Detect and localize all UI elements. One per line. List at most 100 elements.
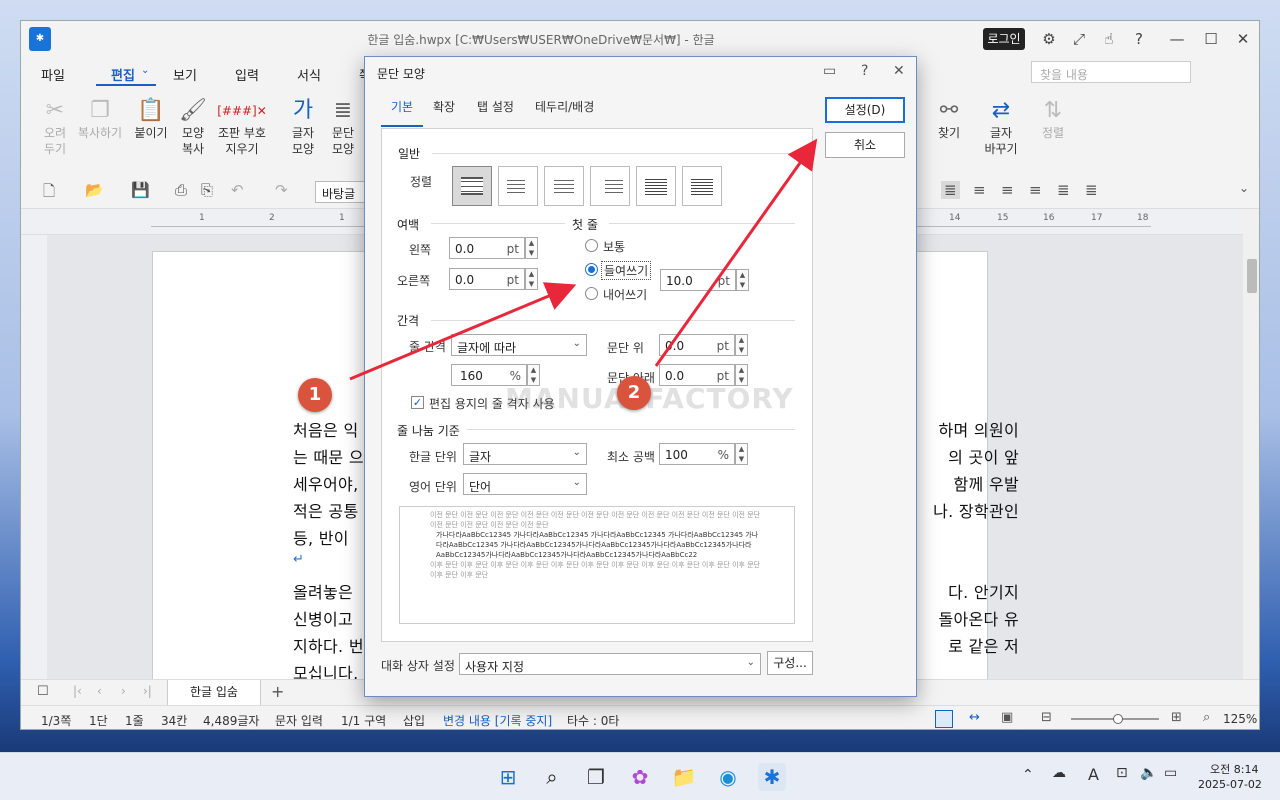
copy-button[interactable]: ❐ 복사하기 [76,97,124,141]
radio-normal[interactable] [585,239,598,252]
para-above-spinner[interactable]: ▲ ▼ [735,334,748,356]
align-right-button[interactable] [590,166,630,206]
status-track[interactable]: 변경 내용 [기록 중지] [443,712,552,729]
align-divide-button[interactable] [682,166,722,206]
left-margin-spinner[interactable]: ▲ ▼ [525,237,538,259]
redo-icon[interactable]: ↷ [275,181,288,199]
help-icon[interactable]: ? [1129,29,1149,49]
align-center-icon[interactable]: ≡ [1001,181,1014,199]
fit-width-icon[interactable]: ↔ [969,710,980,725]
para-above-input[interactable]: 0.0 pt [659,334,735,356]
english-unit-select[interactable]: 단어 ⌄ [463,473,587,495]
clock-date[interactable]: 2025-07-02 [1198,778,1262,791]
zoom-slider[interactable] [1071,714,1159,724]
paste-button[interactable]: 📋 붙이기 [127,97,175,141]
format-copy-button[interactable]: 🖌 모양 복사 [169,97,217,157]
task-view-icon[interactable]: ❐ [582,763,610,791]
align-justify-icon[interactable]: ≣ [941,181,960,199]
align-distribute-button[interactable] [636,166,676,206]
tab-border[interactable]: 테두리/배경 [535,98,594,115]
expand-icon[interactable]: ⤢ [1069,29,1089,49]
minimize-icon[interactable]: — [1167,29,1187,49]
undo-icon[interactable]: ↶ [231,181,244,199]
zoom-in-icon[interactable]: ⊞ [1171,710,1182,725]
help-icon[interactable]: ? [861,63,868,79]
open-folder-icon[interactable]: 📂 [85,181,104,199]
menu-file[interactable]: 파일 [41,65,65,84]
file-explorer-icon[interactable]: 📁 [670,763,698,791]
find-input[interactable]: 찾을 내용 [1031,61,1191,83]
sort-button[interactable]: ⇅ 정렬 [1029,97,1077,141]
zoom-out-icon[interactable]: ⊟ [1041,710,1052,725]
indent-input[interactable]: 10.0 pt [660,269,736,291]
maximize-icon[interactable]: ☐ [1201,29,1221,49]
min-space-input[interactable]: 100% [659,443,735,465]
clear-marks-button[interactable]: [###]✕ 조판 부호 지우기 [217,97,267,157]
preview-icon[interactable]: ⎘ [201,181,213,199]
indent-spinner[interactable]: ▲ ▼ [736,269,749,291]
status-page[interactable]: 1/3쪽 [41,712,71,729]
replace-button[interactable]: ⇄ 글자 바꾸기 [977,97,1025,157]
grid-checkbox[interactable]: ✓ [411,396,424,409]
compose-button[interactable]: 구성... [767,651,813,675]
align-right-icon[interactable]: ≡ [1029,181,1042,199]
radio-indent[interactable] [585,263,598,276]
touch-icon[interactable]: ☝ [1099,29,1119,49]
align-divide-icon[interactable]: ≣ [1085,181,1098,199]
tab-tabs[interactable]: 탭 설정 [477,98,514,115]
dialog-setting-select[interactable]: 사용자 지정 ⌄ [459,653,761,675]
close-icon[interactable]: ✕ [1233,29,1253,49]
ime-indicator[interactable]: A [1088,765,1099,784]
clock-time[interactable]: 오전 8:14 [1210,761,1258,777]
toolbar-collapse-icon[interactable]: ⌄ [1239,181,1249,195]
radio-outdent[interactable] [585,287,598,300]
comment-icon[interactable]: ▭ [823,63,836,79]
tab-list-icon[interactable]: ☐ [37,684,49,699]
search-icon[interactable]: ⌕ [1203,710,1210,725]
menu-edit[interactable]: 편집 [111,65,135,84]
cloud-icon[interactable]: ☁ [1052,765,1066,781]
align-left-button[interactable] [498,166,538,206]
hwp-taskbar-icon[interactable]: ✱ [758,763,786,791]
menu-format[interactable]: 서식 [297,65,321,84]
align-center-button[interactable] [544,166,584,206]
close-icon[interactable]: ✕ [893,63,905,79]
prev-tab-icon[interactable]: ‹ [97,684,102,698]
right-margin-input[interactable]: 0.0 pt [449,268,525,290]
next-tab-icon[interactable]: › [121,684,126,698]
copilot-icon[interactable]: ✿ [626,763,654,791]
style-select[interactable]: 바탕글 [315,181,365,203]
right-margin-spinner[interactable]: ▲ ▼ [525,268,538,290]
login-button[interactable]: 로그인 [983,28,1025,50]
normal-view-icon[interactable] [935,710,953,728]
fit-page-icon[interactable]: ▣ [1001,710,1013,725]
para-shape-button[interactable]: ≣ 문단 모양 [321,97,365,157]
hangul-unit-select[interactable]: 글자 ⌄ [463,443,587,465]
print-icon[interactable]: ⎙ [175,181,187,199]
cancel-button[interactable]: 취소 [825,132,905,158]
first-tab-icon[interactable]: |‹ [73,684,82,698]
zoom-slider-thumb[interactable] [1113,714,1123,724]
volume-icon[interactable]: 🔈 [1140,765,1157,781]
new-doc-icon[interactable]: 🗋 [43,181,55,206]
cut-button[interactable]: ✂ 오려 두기 [31,97,79,157]
align-distribute-icon[interactable]: ≣ [1057,181,1070,199]
ok-button[interactable]: 설정(D) [825,97,905,123]
save-icon[interactable]: 💾 [131,181,150,199]
tab-basic[interactable]: 기본 [391,98,413,115]
char-shape-button[interactable]: 가 글자 모양 [281,97,325,157]
menu-insert[interactable]: 입력 [235,65,259,84]
align-justify-button[interactable] [452,166,492,206]
find-button[interactable]: ⚯ 찾기 [925,97,973,141]
edge-icon[interactable]: ◉ [714,763,742,791]
menu-view[interactable]: 보기 [173,65,197,84]
align-left-icon[interactable]: ≡ [973,181,986,199]
scroll-thumb[interactable] [1247,259,1257,293]
min-space-spinner[interactable]: ▲ ▼ [735,443,748,465]
doc-tab[interactable]: 한글 입숨 [167,680,261,706]
left-margin-input[interactable]: 0.0 pt [449,237,525,259]
last-tab-icon[interactable]: ›| [143,684,152,698]
status-insert[interactable]: 삽입 [403,712,425,729]
start-icon[interactable]: ⊞ [494,763,522,791]
battery-icon[interactable]: ▭ [1164,765,1177,781]
